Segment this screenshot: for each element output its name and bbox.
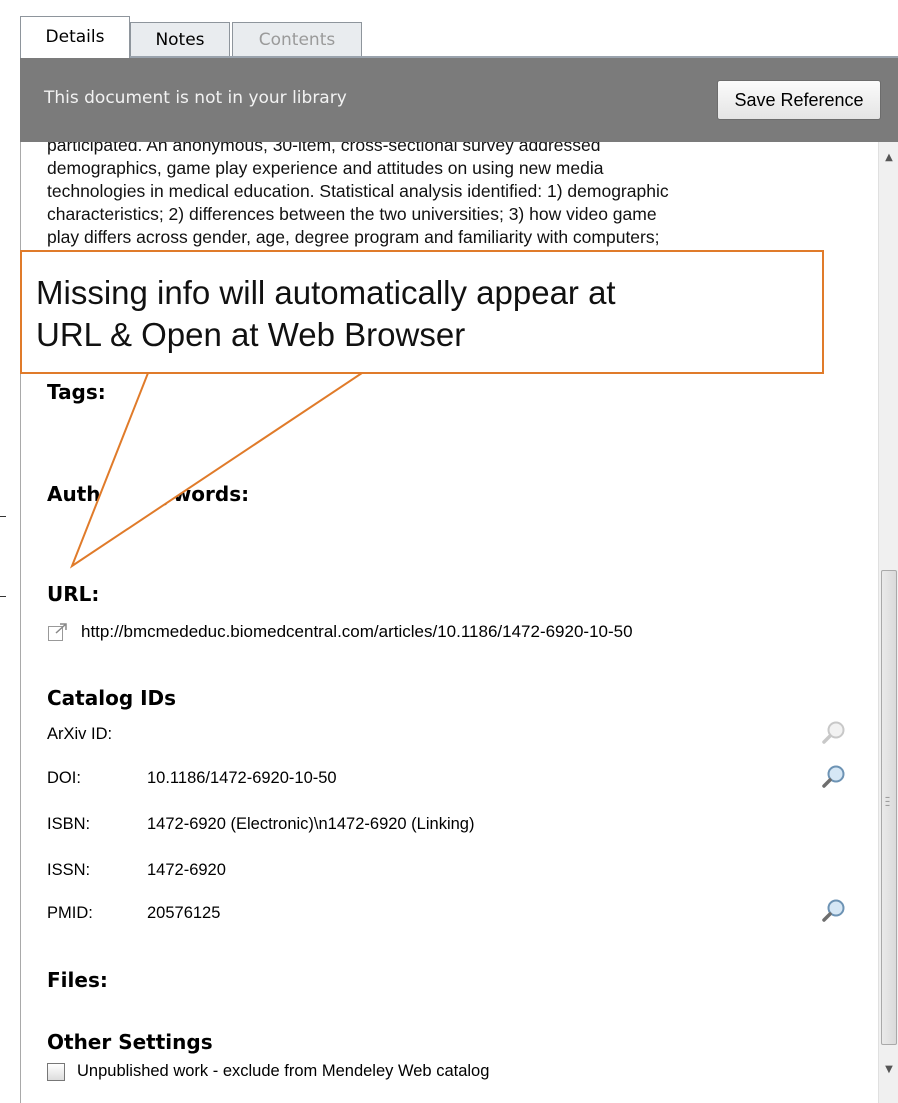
tab-notes[interactable]: Notes bbox=[130, 22, 230, 58]
url-link[interactable]: http://bmcmededuc.biomedcentral.com/arti… bbox=[81, 622, 633, 642]
pmid-lookup-magnifier-icon[interactable] bbox=[821, 898, 847, 924]
tab-contents-label: Contents bbox=[258, 30, 336, 50]
doi-lookup-magnifier-icon[interactable] bbox=[821, 764, 847, 790]
save-reference-button[interactable]: Save Reference bbox=[717, 80, 881, 120]
issn-field[interactable]: 1472-6920 bbox=[147, 861, 226, 880]
unpublished-work-checkbox[interactable] bbox=[47, 1062, 65, 1081]
files-heading: Files: bbox=[47, 968, 108, 992]
abstract-line: play differs across gender, age, degree … bbox=[47, 227, 660, 247]
tab-notes-label: Notes bbox=[155, 30, 205, 50]
library-notice-bar: This document is not in your library Sav… bbox=[20, 58, 898, 142]
scroll-grip-icon: – – – bbox=[885, 792, 890, 811]
abstract-line: participated. An anonymous, 30-item, cro… bbox=[47, 142, 601, 155]
tab-details-label: Details bbox=[45, 27, 105, 47]
isbn-label: ISBN: bbox=[47, 815, 91, 833]
catalog-ids-heading: Catalog IDs bbox=[47, 686, 177, 710]
unpublished-work-row[interactable]: Unpublished work - exclude from Mendeley… bbox=[47, 1062, 489, 1081]
pmid-label: PMID: bbox=[47, 904, 93, 922]
arxiv-lookup-magnifier-icon[interactable] bbox=[821, 720, 847, 746]
arxiv-id-label: ArXiv ID: bbox=[47, 725, 113, 743]
tab-contents[interactable]: Contents bbox=[232, 22, 362, 58]
external-link-icon[interactable] bbox=[47, 622, 69, 642]
edge-mark bbox=[0, 516, 6, 517]
abstract-line: technologies in medical education. Stati… bbox=[47, 181, 669, 201]
url-heading: URL: bbox=[47, 582, 100, 606]
tab-details[interactable]: Details bbox=[20, 16, 130, 58]
abstract-line: characteristics; 2) differences between … bbox=[47, 204, 657, 224]
abstract-text: participated. An anonymous, 30-item, cro… bbox=[47, 142, 827, 249]
callout-box: Missing info will automatically appear a… bbox=[20, 250, 824, 374]
scroll-down-arrow-icon[interactable]: ▼ bbox=[883, 1064, 895, 1076]
issn-label: ISSN: bbox=[47, 861, 91, 879]
pmid-field[interactable]: 20576125 bbox=[147, 904, 220, 923]
tab-bar: Details Notes Contents bbox=[0, 0, 898, 58]
callout-line-2: URL & Open at Web Browser bbox=[36, 316, 466, 353]
author-keywords-heading: Author Keywords: bbox=[47, 482, 250, 506]
isbn-field[interactable]: 1472-6920 (Electronic)\n1472-6920 (Linki… bbox=[147, 815, 474, 834]
edge-mark bbox=[0, 596, 6, 597]
doi-field[interactable]: 10.1186/1472-6920-10-50 bbox=[147, 769, 337, 788]
callout-line-1: Missing info will automatically appear a… bbox=[36, 274, 616, 311]
vertical-scrollbar[interactable]: ▲ – – – ▼ bbox=[878, 142, 898, 1103]
other-settings-heading: Other Settings bbox=[47, 1030, 213, 1054]
unpublished-work-label: Unpublished work - exclude from Mendeley… bbox=[77, 1062, 490, 1080]
callout-text: Missing info will automatically appear a… bbox=[36, 272, 616, 356]
scroll-up-arrow-icon[interactable]: ▲ bbox=[883, 152, 895, 164]
library-notice-text: This document is not in your library bbox=[44, 88, 347, 108]
abstract-line: demographics, game play experience and a… bbox=[47, 158, 604, 178]
doi-label: DOI: bbox=[47, 769, 81, 787]
tags-heading: Tags: bbox=[47, 380, 106, 404]
scrollbar-thumb[interactable]: – – – bbox=[881, 570, 897, 1045]
url-row[interactable]: http://bmcmededuc.biomedcentral.com/arti… bbox=[47, 622, 633, 642]
